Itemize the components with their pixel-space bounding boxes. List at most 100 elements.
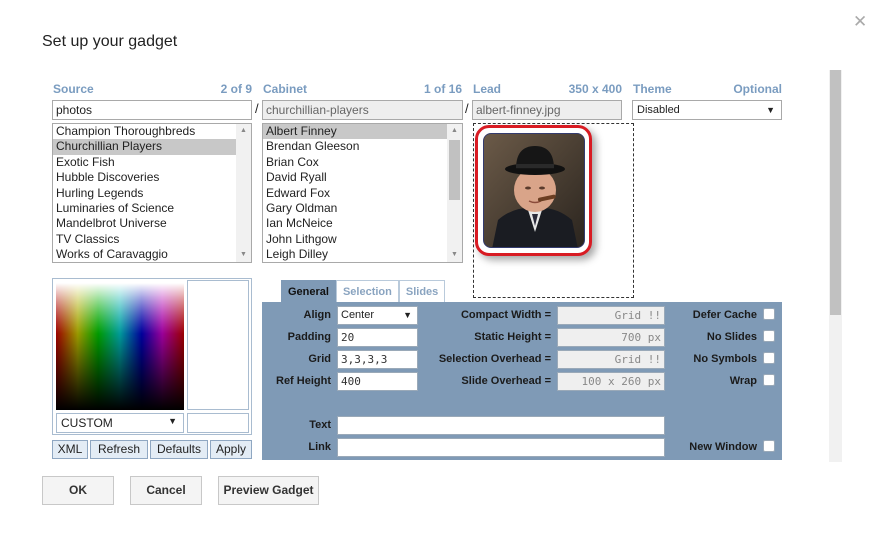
path-separator: /	[465, 101, 469, 116]
preview-gadget-button[interactable]: Preview Gadget	[218, 476, 319, 505]
slide-overhead-input[interactable]: 100 x 260 px	[557, 372, 665, 391]
cabinet-count: 1 of 16	[423, 82, 462, 96]
compact-width-label: Compact Width =	[460, 309, 551, 321]
cabinet-header: Cabinet 1 of 16	[263, 82, 462, 96]
no-slides-label: No Slides	[706, 331, 757, 343]
align-label: Align	[303, 309, 332, 321]
no-slides-checkbox[interactable]	[763, 330, 775, 342]
list-item[interactable]: TV Classics	[53, 232, 251, 247]
grid-input[interactable]: 3,3,3,3	[337, 350, 418, 369]
source-list-scrollbar[interactable]: ▲ ▼	[236, 124, 251, 262]
ref-height-label: Ref Height	[276, 375, 331, 387]
dropdown-arrow-icon: ▼	[168, 416, 177, 426]
list-item[interactable]: Works of Caravaggio	[53, 247, 251, 262]
list-item[interactable]: Hubble Discoveries	[53, 170, 251, 185]
refresh-button[interactable]: Refresh	[90, 440, 148, 459]
path-separator: /	[255, 101, 259, 116]
list-item[interactable]: Churchillian Players	[53, 139, 251, 155]
apply-button[interactable]: Apply	[210, 440, 252, 459]
lead-label: Lead	[473, 82, 502, 96]
list-item[interactable]: Mandelbrot Universe	[53, 216, 251, 231]
tab-general[interactable]: General	[281, 280, 336, 302]
theme-optional: Optional	[733, 82, 782, 96]
slide-overhead-label: Slide Overhead =	[461, 375, 551, 387]
source-header: Source 2 of 9	[53, 82, 252, 96]
color-mode-select[interactable]: CUSTOM ▼	[56, 413, 184, 433]
list-item[interactable]: Edward Fox	[263, 186, 462, 201]
list-item[interactable]: Brendan Gleeson	[263, 139, 462, 154]
xml-button[interactable]: XML	[52, 440, 88, 459]
dropdown-arrow-icon: ▼	[403, 310, 412, 320]
close-icon[interactable]: ✕	[853, 12, 867, 32]
settings-tabs: General Selection Slides	[281, 280, 446, 302]
list-item[interactable]: Brian Cox	[263, 155, 462, 170]
list-item[interactable]: Champion Thoroughbreds	[53, 124, 251, 139]
no-symbols-label: No Symbols	[693, 353, 757, 365]
align-select[interactable]: Center ▼	[337, 306, 418, 325]
dropdown-arrow-icon: ▼	[766, 105, 775, 115]
static-height-input[interactable]: 700 px	[557, 328, 665, 347]
align-value: Center	[341, 309, 375, 321]
static-height-label: Static Height =	[474, 331, 551, 343]
cabinet-list-scrollbar[interactable]: ▲ ▼	[447, 124, 462, 262]
lead-header: Lead 350 x 400	[473, 82, 622, 96]
list-item[interactable]: John Lithgow	[263, 232, 462, 247]
selection-overhead-label: Selection Overhead =	[438, 353, 551, 365]
list-item[interactable]: Luminaries of Science	[53, 201, 251, 216]
list-item[interactable]: Albert Finney	[263, 124, 462, 140]
theme-header: Theme Optional	[633, 82, 782, 96]
source-label: Source	[53, 82, 94, 96]
list-item[interactable]: Exotic Fish	[53, 155, 251, 170]
lead-input[interactable]: albert-finney.jpg	[472, 100, 622, 120]
tab-slides[interactable]: Slides	[398, 280, 446, 302]
list-item[interactable]: Gary Oldman	[263, 201, 462, 216]
wrap-checkbox[interactable]	[763, 374, 775, 386]
defer-cache-label: Defer Cache	[692, 309, 757, 321]
scroll-thumb[interactable]	[830, 70, 841, 315]
defaults-button[interactable]: Defaults	[150, 440, 208, 459]
text-input[interactable]	[337, 416, 665, 435]
dialog-title: Set up your gadget	[42, 33, 178, 50]
link-input[interactable]	[337, 438, 665, 457]
list-item[interactable]: Ian McNeice	[263, 216, 462, 231]
theme-select-value: Disabled	[637, 104, 680, 116]
scroll-down-icon[interactable]: ▼	[447, 248, 462, 262]
scroll-thumb[interactable]	[449, 140, 460, 200]
link-label: Link	[308, 441, 331, 453]
text-label: Text	[309, 419, 331, 431]
color-swatch	[187, 280, 249, 410]
lead-portrait-image	[483, 133, 585, 248]
source-count: 2 of 9	[220, 82, 252, 96]
ref-height-input[interactable]: 400	[337, 372, 418, 391]
defer-cache-checkbox[interactable]	[763, 308, 775, 320]
color-hex-input[interactable]	[187, 413, 249, 433]
tab-selection[interactable]: Selection	[335, 280, 399, 302]
source-list[interactable]: Champion Thoroughbreds Churchillian Playe…	[52, 123, 252, 263]
cabinet-list[interactable]: Albert Finney Brendan Gleeson Brian Cox Dav…	[262, 123, 463, 263]
selection-overhead-input[interactable]: Grid !!	[557, 350, 665, 369]
wrap-label: Wrap	[729, 375, 757, 387]
cancel-button[interactable]: Cancel	[130, 476, 202, 505]
padding-label: Padding	[287, 331, 331, 343]
scroll-up-icon[interactable]: ▲	[236, 124, 251, 138]
new-window-label: New Window	[689, 441, 757, 453]
list-item[interactable]: David Ryall	[263, 170, 462, 185]
scroll-down-icon[interactable]: ▼	[236, 248, 251, 262]
padding-input[interactable]: 20	[337, 328, 418, 347]
list-item[interactable]: Leigh Dilley	[263, 247, 462, 262]
ok-button[interactable]: OK	[42, 476, 114, 505]
scroll-up-icon[interactable]: ▲	[447, 124, 462, 138]
compact-width-input[interactable]: Grid !!	[557, 306, 665, 325]
theme-select[interactable]: Disabled ▼	[632, 100, 782, 120]
color-spectrum[interactable]	[56, 283, 184, 410]
cabinet-input[interactable]: churchillian-players	[262, 100, 463, 120]
no-symbols-checkbox[interactable]	[763, 352, 775, 364]
color-mode-value: CUSTOM	[61, 416, 113, 430]
lead-size: 350 x 400	[568, 82, 622, 96]
list-item[interactable]: Hurling Legends	[53, 186, 251, 201]
dialog-scrollbar[interactable]	[829, 70, 842, 462]
new-window-checkbox[interactable]	[763, 440, 775, 452]
theme-label: Theme	[633, 82, 672, 96]
source-input[interactable]: photos	[52, 100, 252, 120]
cabinet-label: Cabinet	[263, 82, 308, 96]
